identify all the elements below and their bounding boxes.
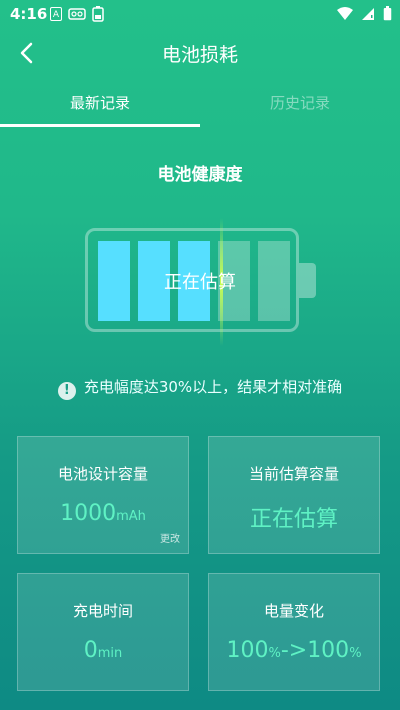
design-capacity-card: 电池设计容量 1000mAh 更改 bbox=[17, 436, 189, 554]
battery-health-title: 电池健康度 bbox=[157, 165, 243, 185]
a-notification-icon: A bbox=[50, 7, 62, 21]
estimated-capacity-value: 正在估算 bbox=[249, 507, 338, 532]
page-title: 电池损耗 bbox=[161, 44, 238, 66]
level-change-value: 100%->100% bbox=[209, 638, 379, 663]
value-from: 100 bbox=[226, 638, 269, 663]
battery-icon bbox=[383, 6, 392, 21]
estimated-capacity-card: 当前估算容量 正在估算 bbox=[208, 436, 380, 554]
tab-bar: 最新记录 历史记录 bbox=[0, 88, 400, 128]
accuracy-notice: ! 充电幅度达30%以上，结果才相对准确 bbox=[0, 376, 400, 400]
battery-saver-icon bbox=[92, 6, 104, 22]
value-arrow: -> bbox=[280, 638, 308, 663]
card-title: 电量变化 bbox=[263, 602, 324, 620]
value-to: 100 bbox=[307, 638, 350, 663]
value-number: 1000 bbox=[60, 501, 117, 526]
edit-capacity-link[interactable]: 更改 bbox=[160, 530, 180, 545]
value-unit: min bbox=[97, 646, 123, 661]
voicemail-icon bbox=[68, 8, 86, 20]
active-tab-indicator bbox=[0, 124, 200, 127]
value-unit: % bbox=[349, 646, 362, 661]
tab-history-records[interactable]: 历史记录 bbox=[200, 88, 400, 126]
card-title: 充电时间 bbox=[72, 602, 133, 620]
value-unit: % bbox=[268, 646, 281, 661]
top-bar: 电池损耗 bbox=[0, 30, 400, 78]
notice-text: 充电幅度达30%以上，结果才相对准确 bbox=[83, 378, 343, 396]
info-icon: ! bbox=[57, 382, 76, 400]
battery-status-text: 正在估算 bbox=[164, 272, 236, 293]
value-unit: mAh bbox=[116, 509, 146, 524]
status-time: 4:16 bbox=[10, 5, 48, 23]
card-title: 电池设计容量 bbox=[57, 465, 148, 483]
status-bar: 4:16 A bbox=[0, 0, 400, 28]
charge-time-card: 充电时间 0min bbox=[17, 573, 189, 691]
level-change-card: 电量变化 100%->100% bbox=[208, 573, 380, 691]
tab-latest-records[interactable]: 最新记录 bbox=[0, 88, 200, 126]
wifi-icon bbox=[337, 6, 353, 20]
value-number: 0 bbox=[83, 638, 98, 663]
status-left-icons: A bbox=[50, 6, 104, 22]
charge-time-value: 0min bbox=[18, 638, 188, 663]
design-capacity-value: 1000mAh bbox=[18, 501, 188, 526]
cellular-signal-icon bbox=[362, 7, 374, 20]
card-title: 当前估算容量 bbox=[248, 465, 339, 483]
status-right-icons bbox=[337, 6, 392, 21]
